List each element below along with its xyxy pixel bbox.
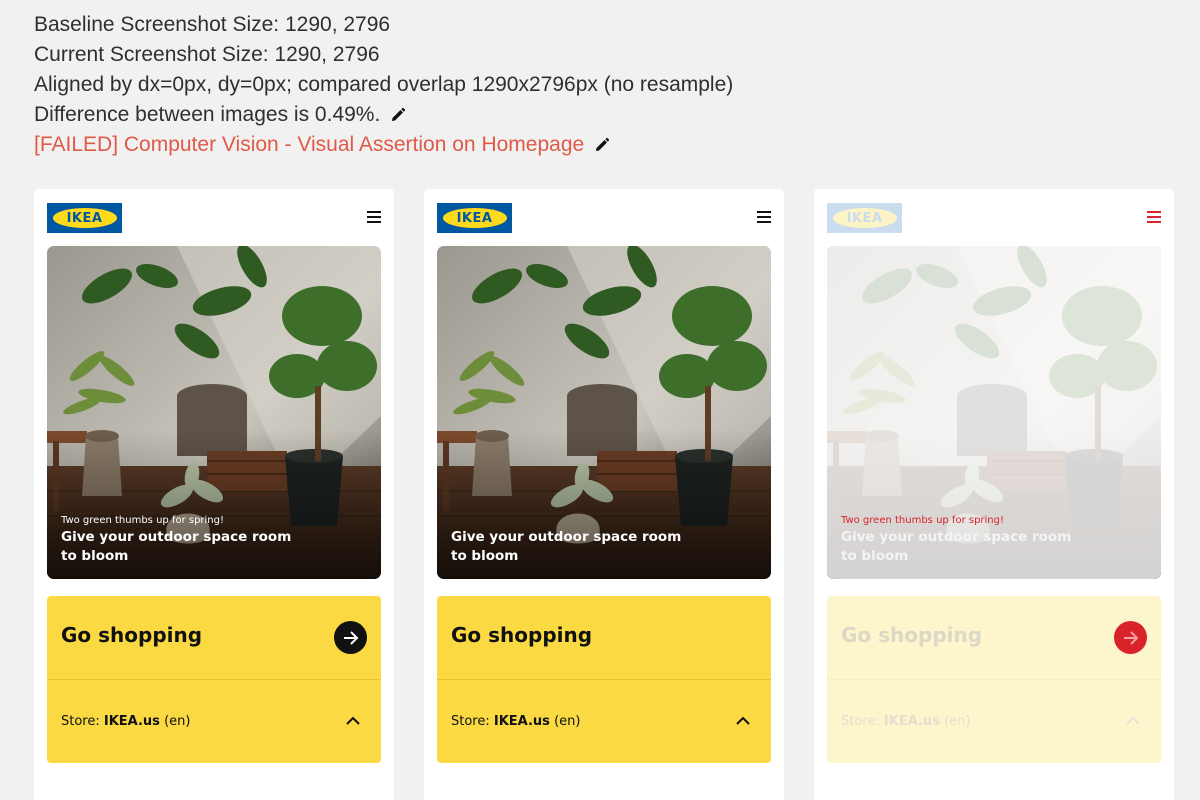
hero-subtitle: Two green thumbs up for spring! (61, 515, 224, 526)
diff-screenshot-panel: IKEA Two green thumbs up for spring! Giv… (814, 189, 1174, 800)
store-language: (en) (164, 714, 191, 729)
ikea-logo[interactable]: IKEA (437, 203, 512, 233)
pencil-icon[interactable] (390, 107, 406, 123)
hero-banner[interactable]: Two green thumbs up for spring! Give you… (47, 246, 381, 579)
store-name: IKEA.us (883, 714, 940, 729)
pencil-icon[interactable] (594, 137, 610, 153)
difference-text: Difference between images is 0.49%. (34, 103, 381, 126)
logo-text: IKEA (66, 210, 103, 226)
hero-subtitle: Two green thumbs up for spring! (841, 515, 1004, 526)
hero-title: Give your outdoor space room to bloom (61, 529, 292, 564)
go-shopping-card: Go shopping Store: IKEA.us (en) (47, 596, 381, 763)
go-shopping-title: Go shopping (451, 623, 593, 647)
menu-icon[interactable] (1147, 211, 1161, 223)
status-title: [FAILED] Computer Vision - Visual Assert… (34, 133, 585, 156)
logo-text: IKEA (456, 210, 493, 226)
store-label: Store: (841, 714, 880, 729)
hero-banner[interactable]: Two green thumbs up for spring! Give you… (827, 246, 1161, 579)
ikea-logo[interactable]: IKEA (47, 203, 122, 233)
store-text: Store: IKEA.us (en) (841, 714, 970, 729)
current-size-text: Current Screenshot Size: 1290, 2796 (34, 43, 380, 66)
store-text: Store: IKEA.us (en) (61, 714, 190, 729)
menu-icon[interactable] (367, 211, 381, 223)
menu-icon[interactable] (757, 211, 771, 223)
ikea-logo[interactable]: IKEA (827, 203, 902, 233)
logo-text: IKEA (846, 210, 883, 226)
go-shopping-card: Go shopping Store: IKEA.us (en) (827, 596, 1161, 763)
chevron-up-icon (1126, 716, 1140, 726)
chevron-up-icon (736, 716, 750, 726)
baseline-size-text: Baseline Screenshot Size: 1290, 2796 (34, 13, 391, 36)
store-selector[interactable]: Store: IKEA.us (en) (47, 680, 381, 763)
store-text: Store: IKEA.us (en) (451, 714, 580, 729)
status-row: [FAILED] Computer Vision - Visual Assert… (34, 130, 733, 160)
store-label: Store: (61, 714, 100, 729)
store-language: (en) (944, 714, 971, 729)
arrow-right-icon[interactable] (334, 621, 367, 654)
store-label: Store: (451, 714, 490, 729)
store-language: (en) (554, 714, 581, 729)
store-name: IKEA.us (493, 714, 550, 729)
difference-row: Difference between images is 0.49%. (34, 100, 733, 130)
current-screenshot-panel: IKEA Give your outdoor space room to blo… (424, 189, 784, 800)
alignment-text: Aligned by dx=0px, dy=0px; compared over… (34, 73, 734, 96)
arrow-right-icon[interactable] (1114, 621, 1147, 654)
hero-title: Give your outdoor space room to bloom (451, 529, 682, 564)
go-shopping-title: Go shopping (61, 623, 203, 647)
store-selector[interactable]: Store: IKEA.us (en) (827, 680, 1161, 763)
hero-title: Give your outdoor space room to bloom (841, 529, 1072, 564)
baseline-screenshot-panel: IKEA Two green thumbs up for spring! Giv… (34, 189, 394, 800)
store-name: IKEA.us (103, 714, 160, 729)
chevron-up-icon (346, 716, 360, 726)
go-shopping-card: Go shopping Store: IKEA.us (en) (437, 596, 771, 763)
comparison-summary: Baseline Screenshot Size: 1290, 2796 Cur… (34, 10, 733, 160)
store-selector[interactable]: Store: IKEA.us (en) (437, 680, 771, 763)
hero-banner[interactable]: Give your outdoor space room to bloom (437, 246, 771, 579)
go-shopping-title: Go shopping (841, 623, 983, 647)
